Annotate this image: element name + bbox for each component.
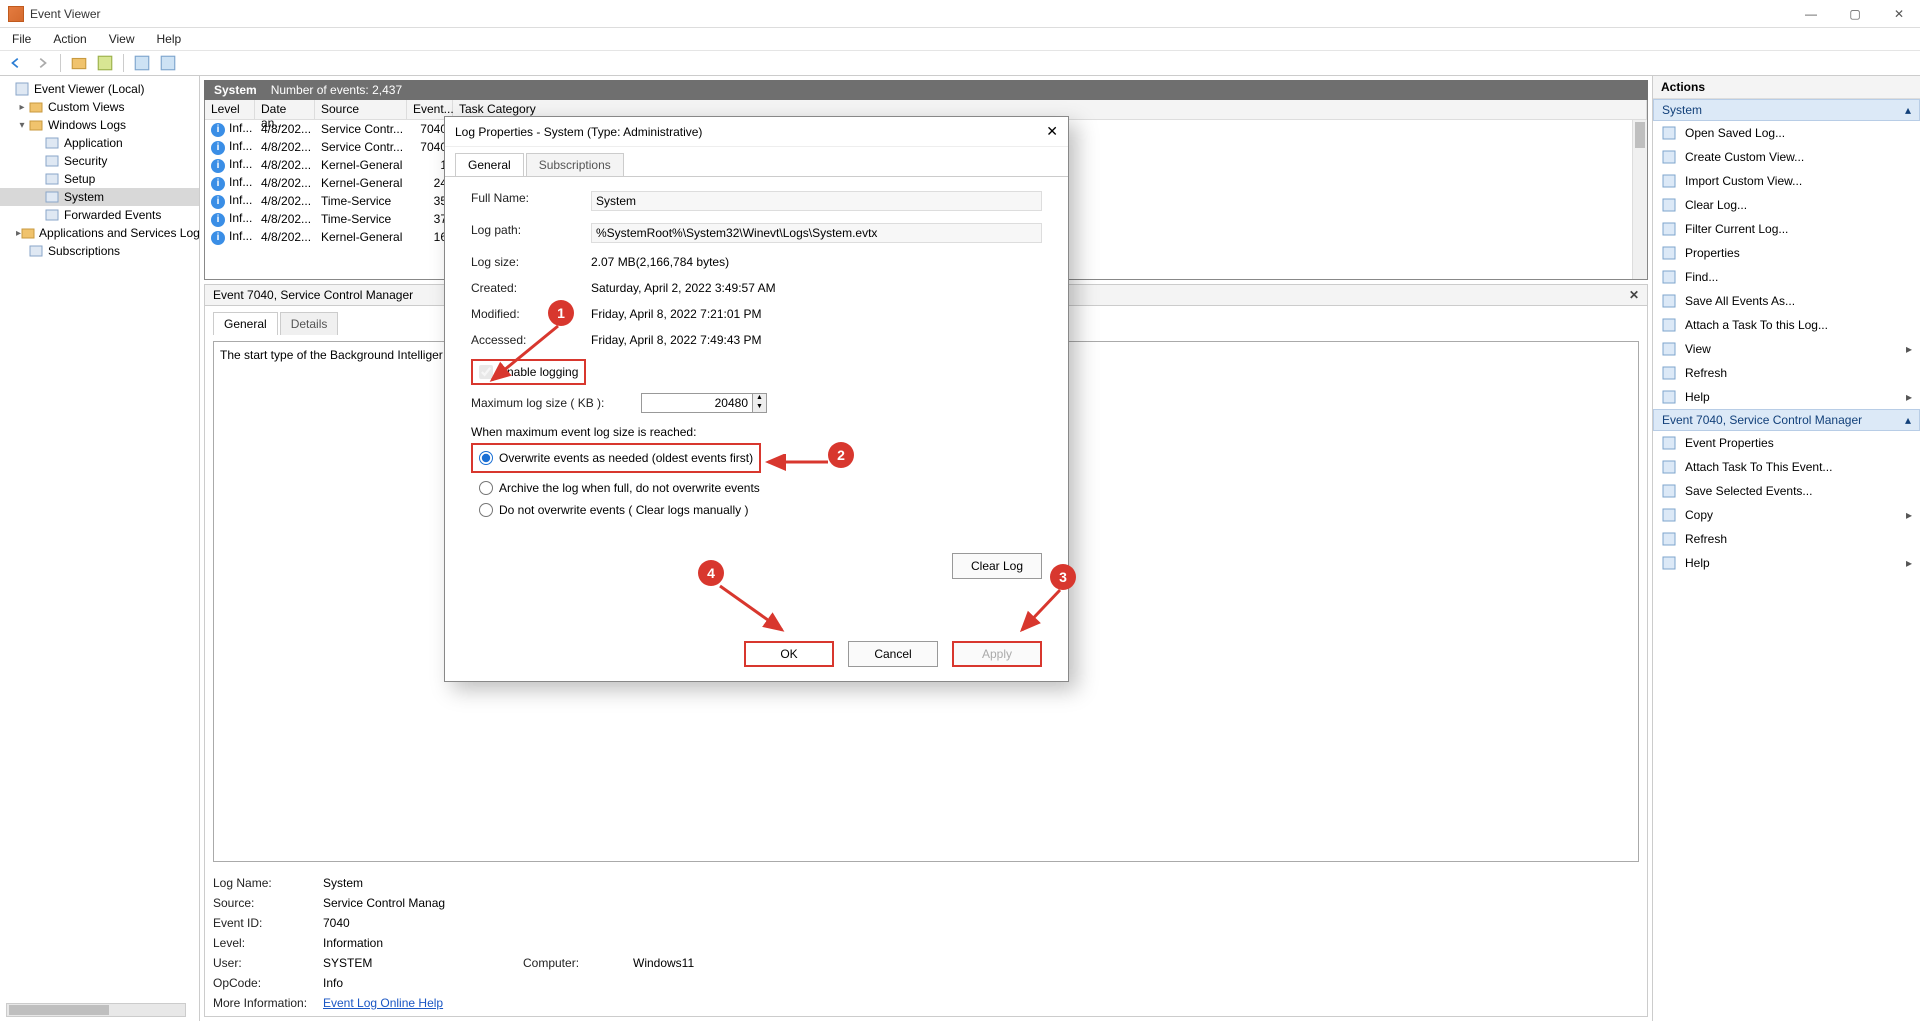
action-item[interactable]: Copy▸ — [1653, 503, 1920, 527]
badge-2: 2 — [828, 442, 854, 468]
tree-root[interactable]: Event Viewer (Local) — [0, 80, 199, 98]
apply-button[interactable]: Apply — [952, 641, 1042, 667]
radio-archive[interactable]: Archive the log when full, do not overwr… — [471, 477, 1042, 499]
prop-logname-label: Log Name: — [213, 876, 323, 890]
action-item[interactable]: Find... — [1653, 265, 1920, 289]
back-button[interactable] — [6, 53, 26, 73]
tree-apps-services[interactable]: ▸Applications and Services Logs — [0, 224, 199, 242]
action-item[interactable]: Save Selected Events... — [1653, 479, 1920, 503]
action-item[interactable]: Help▸ — [1653, 551, 1920, 575]
col-source[interactable]: Source — [315, 100, 407, 119]
action-item[interactable]: Refresh — [1653, 527, 1920, 551]
badge-4: 4 — [698, 560, 724, 586]
action-item[interactable]: Attach a Task To this Log... — [1653, 313, 1920, 337]
menubar: File Action View Help — [0, 28, 1920, 50]
action-item[interactable]: Open Saved Log... — [1653, 121, 1920, 145]
action-item[interactable]: Properties — [1653, 241, 1920, 265]
actions-panel: Actions System▴ Open Saved Log...Create … — [1652, 76, 1920, 1021]
menu-action[interactable]: Action — [49, 30, 90, 48]
app-icon — [8, 6, 24, 22]
radio-nooverwrite[interactable]: Do not overwrite events ( Clear logs man… — [471, 499, 1042, 521]
actions-section-event[interactable]: Event 7040, Service Control Manager▴ — [1653, 409, 1920, 431]
detail-close-icon[interactable]: ✕ — [1629, 288, 1639, 302]
toolbar-icon-2[interactable] — [95, 53, 115, 73]
tree-panel: Event Viewer (Local) ▸Custom Views ▾Wind… — [0, 76, 200, 1021]
titlebar: Event Viewer — ▢ ✕ — [0, 0, 1920, 28]
forward-button[interactable] — [32, 53, 52, 73]
tree-scrollbar[interactable] — [6, 1003, 186, 1017]
collapse-icon: ▴ — [1905, 103, 1911, 117]
max-log-size-input[interactable]: ▲▼ — [641, 393, 767, 413]
ok-button[interactable]: OK — [744, 641, 834, 667]
toolbar-icon-3[interactable] — [132, 53, 152, 73]
tree-log-forwarded[interactable]: Forwarded Events — [0, 206, 199, 224]
menu-file[interactable]: File — [8, 30, 35, 48]
action-item[interactable]: Create Custom View... — [1653, 145, 1920, 169]
close-button[interactable]: ✕ — [1886, 7, 1912, 21]
dialog-titlebar: Log Properties - System (Type: Administr… — [445, 117, 1068, 147]
clear-log-button[interactable]: Clear Log — [952, 553, 1042, 579]
cancel-button[interactable]: Cancel — [848, 641, 938, 667]
toolbar-icon-1[interactable] — [69, 53, 89, 73]
grid-scrollbar[interactable] — [1632, 120, 1647, 279]
actions-header: Actions — [1653, 76, 1920, 99]
actions-section-system[interactable]: System▴ — [1653, 99, 1920, 121]
window-title: Event Viewer — [30, 7, 100, 21]
menu-help[interactable]: Help — [153, 30, 186, 48]
detail-tab-general[interactable]: General — [213, 312, 278, 335]
dialog-tab-subscriptions[interactable]: Subscriptions — [526, 153, 624, 176]
action-item[interactable]: Event Properties — [1653, 431, 1920, 455]
detail-tab-details[interactable]: Details — [280, 312, 339, 335]
action-item[interactable]: Refresh — [1653, 361, 1920, 385]
action-item[interactable]: Import Custom View... — [1653, 169, 1920, 193]
logpath-field: %SystemRoot%\System32\Winevt\Logs\System… — [591, 223, 1042, 243]
action-item[interactable]: Save All Events As... — [1653, 289, 1920, 313]
minimize-button[interactable]: — — [1798, 7, 1824, 21]
dialog-tab-general[interactable]: General — [455, 153, 524, 176]
tree-log-setup[interactable]: Setup — [0, 170, 199, 188]
action-item[interactable]: Help▸ — [1653, 385, 1920, 409]
maximize-button[interactable]: ▢ — [1842, 7, 1868, 21]
dialog-close-icon[interactable]: ✕ — [1046, 123, 1058, 140]
action-item[interactable]: View▸ — [1653, 337, 1920, 361]
tree-subscriptions[interactable]: Subscriptions — [0, 242, 199, 260]
col-date[interactable]: Date an... — [255, 100, 315, 119]
action-item[interactable]: Clear Log... — [1653, 193, 1920, 217]
badge-3: 3 — [1050, 564, 1076, 590]
tree-log-security[interactable]: Security — [0, 152, 199, 170]
grid-caption: System Number of events: 2,437 — [204, 80, 1648, 100]
tree-log-application[interactable]: Application — [0, 134, 199, 152]
col-level[interactable]: Level — [205, 100, 255, 119]
toolbar — [0, 50, 1920, 76]
radio-overwrite[interactable]: Overwrite events as needed (oldest event… — [479, 447, 753, 469]
event-log-help-link[interactable]: Event Log Online Help — [323, 996, 443, 1010]
collapse-icon: ▴ — [1905, 413, 1911, 427]
tree-custom-views[interactable]: ▸Custom Views — [0, 98, 199, 116]
menu-view[interactable]: View — [105, 30, 139, 48]
toolbar-icon-4[interactable] — [158, 53, 178, 73]
tree-windows-logs[interactable]: ▾Windows Logs — [0, 116, 199, 134]
action-item[interactable]: Filter Current Log... — [1653, 217, 1920, 241]
action-item[interactable]: Attach Task To This Event... — [1653, 455, 1920, 479]
badge-1: 1 — [548, 300, 574, 326]
fullname-field: System — [591, 191, 1042, 211]
tree-log-system[interactable]: System — [0, 188, 199, 206]
